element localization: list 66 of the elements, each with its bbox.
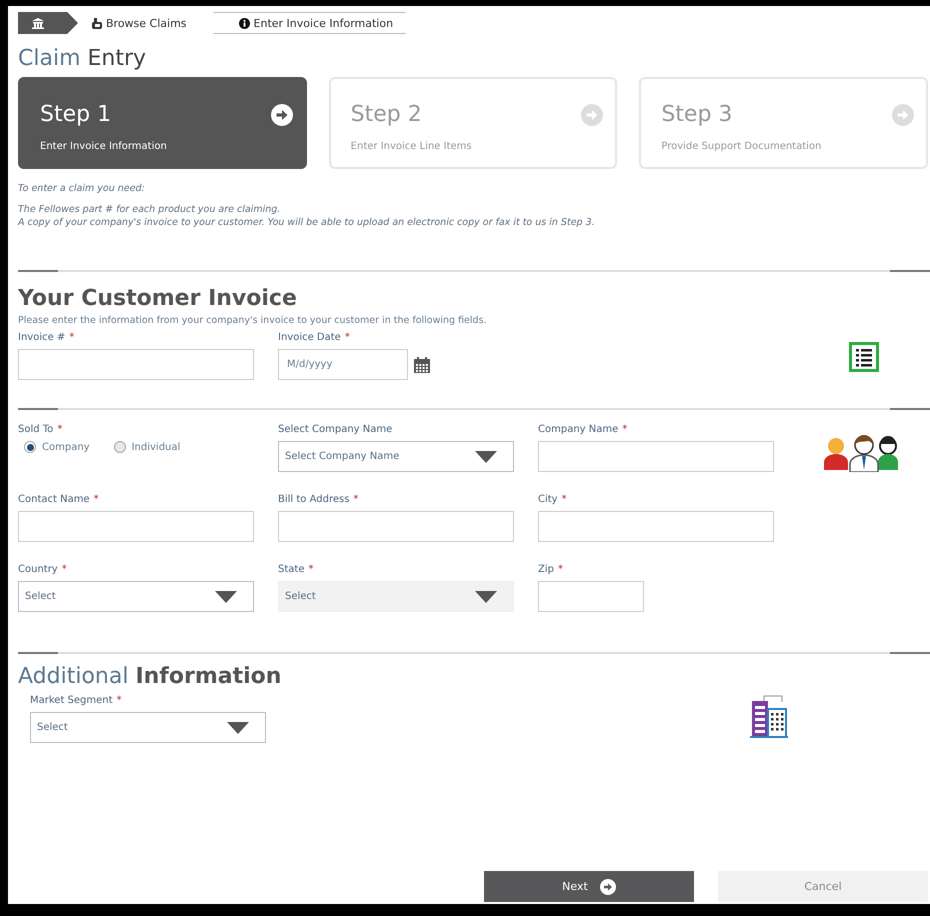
text-field[interactable] (18, 511, 254, 542)
calendar-icon[interactable] (414, 356, 430, 372)
text-field[interactable] (18, 349, 254, 380)
instruction-text: A copy of your company's invoice to your customer. You will be able to upload an electronic copy or fax it to us in Step 3. (18, 217, 596, 228)
required-mark: * (562, 494, 567, 505)
required-mark: * (116, 695, 122, 706)
instruction-text: To enter a claim you need: (18, 183, 146, 194)
caret-icon (475, 450, 497, 462)
field-label: City (538, 494, 558, 505)
dropdown[interactable]: Select Company Name (278, 441, 514, 472)
date-field[interactable]: M/d/yyyy (278, 349, 408, 380)
next-button[interactable]: Next (484, 871, 694, 902)
radio-option[interactable]: Company (24, 441, 90, 453)
step-card[interactable]: Step 2 Enter Invoice Line Items (328, 77, 618, 169)
required-mark: * (62, 564, 67, 575)
field-label: Market Segment (30, 695, 113, 706)
building-icon (750, 695, 790, 739)
required-mark: * (622, 424, 628, 435)
radio-option[interactable]: Individual (114, 441, 180, 453)
arrow-circle-icon (581, 104, 604, 126)
required-mark: * (558, 564, 563, 575)
step-subtitle: Enter Invoice Information (40, 141, 168, 152)
field-label: Country (18, 564, 58, 575)
step-title: Step 2 (350, 102, 423, 128)
text-field[interactable] (278, 511, 514, 542)
section-heading: Additional Information (18, 664, 282, 689)
step-subtitle: Enter Invoice Line Items (350, 141, 473, 152)
arrow-circle-icon (600, 878, 616, 894)
instruction-text: The Fellowes part # for each product you are claiming. (18, 204, 282, 215)
required-mark: * (353, 494, 358, 505)
page-title: Claim Entry (18, 46, 148, 71)
step-title: Step 1 (40, 102, 112, 128)
list-icon (849, 342, 879, 372)
field-label: Invoice # (18, 332, 66, 343)
field-label: Invoice Date (278, 332, 341, 343)
step-card[interactable]: Step 1 Enter Invoice Information (18, 77, 307, 169)
field-label: Company Name (538, 424, 618, 435)
dropdown[interactable]: Select (30, 712, 266, 743)
arrow-circle-icon (892, 104, 914, 126)
arrow-circle-icon (270, 104, 293, 126)
caret-icon (215, 590, 237, 602)
field-label: Sold To (18, 424, 54, 435)
field-label: Contact Name (18, 494, 90, 505)
section-heading: Your Customer Invoice (18, 286, 298, 311)
required-mark: * (94, 494, 99, 505)
field-label: State (278, 564, 304, 575)
text-field[interactable] (538, 581, 644, 612)
text-field[interactable] (538, 511, 774, 542)
field-label: Zip (538, 564, 554, 575)
cancel-button[interactable]: Cancel (718, 871, 928, 902)
caret-icon (227, 722, 249, 734)
caret-icon (475, 590, 497, 602)
field-label: Bill to Address (278, 494, 350, 505)
step-subtitle: Provide Support Documentation (661, 141, 822, 152)
home-breadcrumb[interactable] (18, 12, 78, 34)
required-mark: * (308, 564, 314, 575)
dropdown[interactable]: Select (18, 581, 254, 612)
required-mark: * (57, 424, 62, 435)
info-icon (238, 18, 250, 28)
required-mark: * (344, 332, 350, 343)
section-description: Please enter the information from your company's invoice to your customer in the following fields. (18, 315, 488, 326)
step-card[interactable]: Step 3 Provide Support Documentation (639, 77, 928, 169)
required-mark: * (69, 332, 74, 343)
step-title: Step 3 (661, 102, 734, 128)
field-label: Select Company Name (278, 424, 392, 435)
text-field[interactable] (538, 441, 774, 472)
